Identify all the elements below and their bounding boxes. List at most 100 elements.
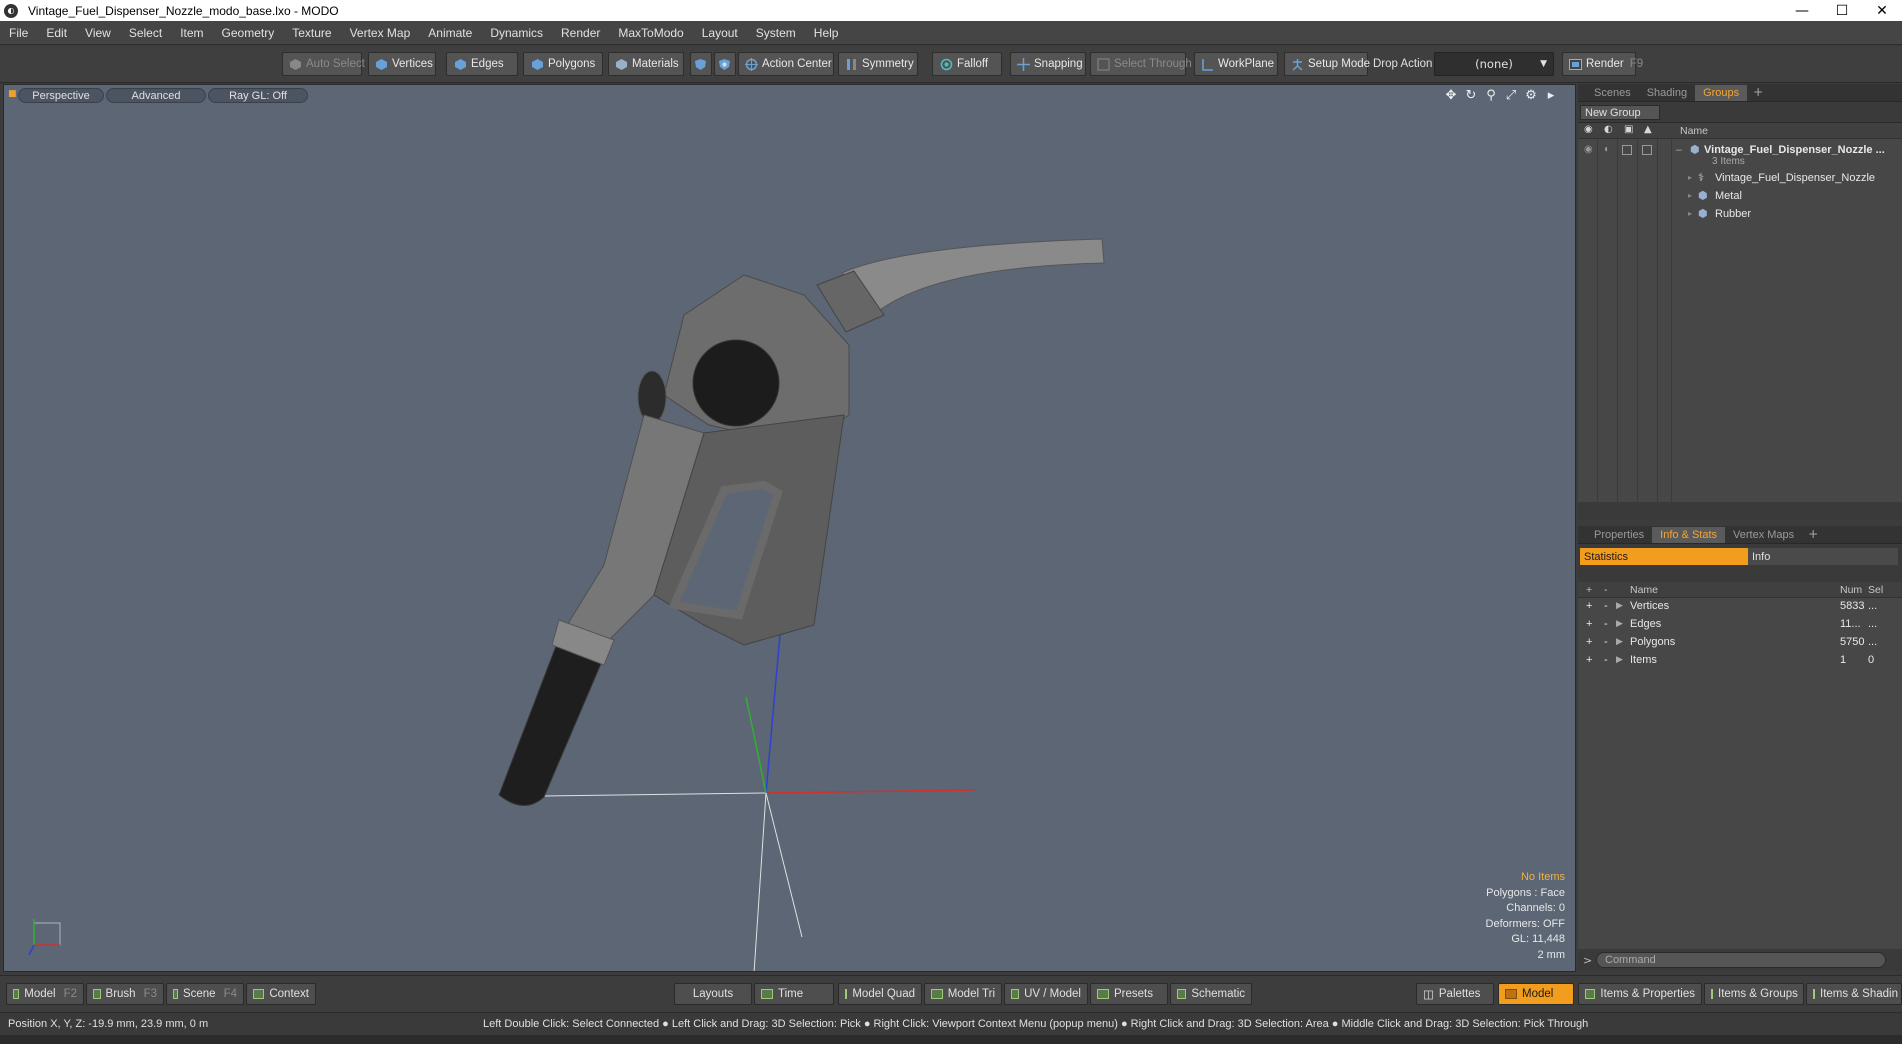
- menu-file[interactable]: File: [0, 26, 37, 40]
- expand-icon[interactable]: +: [1586, 600, 1592, 612]
- collapse-icon[interactable]: –: [1676, 144, 1682, 156]
- model-shortcut: F2: [63, 988, 77, 1000]
- palettes-button[interactable]: ◫ Palettes: [1416, 983, 1494, 1005]
- menu-animate[interactable]: Animate: [419, 26, 481, 40]
- menu-vertex-map[interactable]: Vertex Map: [341, 26, 420, 40]
- auto-select-button[interactable]: Auto Select: [282, 52, 365, 76]
- command-input[interactable]: Command: [1596, 952, 1886, 968]
- collapse-icon[interactable]: -: [1604, 618, 1608, 630]
- expand-all-icon[interactable]: +: [1586, 584, 1592, 596]
- component-mode-button[interactable]: [690, 52, 712, 76]
- menu-texture[interactable]: Texture: [283, 26, 340, 40]
- layout-icon: [13, 989, 20, 999]
- presets-button[interactable]: Presets: [1090, 983, 1168, 1005]
- collapse-icon[interactable]: -: [1604, 636, 1608, 648]
- subtab-info[interactable]: Info: [1748, 548, 1898, 565]
- table-row[interactable]: + - ▶ Items 1 0: [1578, 652, 1902, 670]
- scene-layout-button[interactable]: Scene F4: [166, 983, 244, 1005]
- expand-icon[interactable]: +: [1586, 618, 1592, 630]
- new-group-button[interactable]: New Group: [1580, 105, 1660, 120]
- tab-groups[interactable]: Groups: [1695, 85, 1748, 101]
- falloff-button[interactable]: Falloff: [932, 52, 1002, 76]
- expand-icon[interactable]: +: [1586, 636, 1592, 648]
- render-toggle-icon[interactable]: ◐: [1604, 144, 1610, 155]
- select-toggle-icon[interactable]: ▲: [1644, 124, 1652, 135]
- model-tri-button[interactable]: Model Tri: [924, 983, 1002, 1005]
- item-mode-button[interactable]: [714, 52, 736, 76]
- menu-edit[interactable]: Edit: [37, 26, 76, 40]
- expand-icon[interactable]: +: [1586, 654, 1592, 666]
- edges-button[interactable]: Edges: [446, 52, 518, 76]
- snapping-button[interactable]: Snapping: [1010, 52, 1086, 76]
- add-tab-icon[interactable]: +: [1802, 525, 1824, 543]
- add-tab-icon[interactable]: +: [1747, 83, 1769, 101]
- menu-geometry[interactable]: Geometry: [213, 26, 284, 40]
- items-shading-tab[interactable]: Items & Shadin: [1806, 983, 1902, 1005]
- triangle-right-icon[interactable]: ▶: [1616, 600, 1623, 611]
- menu-layout[interactable]: Layout: [693, 26, 747, 40]
- model-layout-button[interactable]: Model F2: [6, 983, 84, 1005]
- render-button[interactable]: Render F9: [1562, 52, 1643, 76]
- group-child-row[interactable]: ▸ ⬢ Rubber: [1578, 205, 1902, 222]
- collapse-icon[interactable]: -: [1604, 600, 1608, 612]
- model-quad-button[interactable]: Model Quad: [838, 983, 922, 1005]
- 3d-viewport[interactable]: ■ Perspective Advanced Ray GL: Off ✥ ↻ ⚲…: [3, 84, 1576, 972]
- tab-properties[interactable]: Properties: [1578, 527, 1652, 543]
- lock-icon[interactable]: ▣: [1624, 124, 1633, 135]
- menu-render[interactable]: Render: [552, 26, 609, 40]
- group-child-row[interactable]: ▸ ⚕ Vintage_Fuel_Dispenser_Nozzle: [1578, 169, 1902, 186]
- materials-button[interactable]: Materials: [608, 52, 684, 76]
- time-layout-button[interactable]: Time: [754, 983, 834, 1005]
- brush-layout-button[interactable]: Brush F3: [86, 983, 164, 1005]
- setup-mode-button[interactable]: Setup Mode: [1284, 52, 1370, 76]
- menu-view[interactable]: View: [76, 26, 120, 40]
- menu-dynamics[interactable]: Dynamics: [481, 26, 552, 40]
- menu-select[interactable]: Select: [120, 26, 171, 40]
- polygons-button[interactable]: Polygons: [523, 52, 603, 76]
- table-row[interactable]: + - ▶ Polygons 5750 ...: [1578, 634, 1902, 652]
- context-layout-button[interactable]: Context: [246, 983, 316, 1005]
- triangle-right-icon[interactable]: ▶: [1616, 636, 1623, 647]
- eye-icon[interactable]: ◉: [1584, 124, 1593, 135]
- nozzle-side-cap: [637, 370, 667, 424]
- group-child-row[interactable]: ▸ ⬢ Metal: [1578, 187, 1902, 204]
- subtab-statistics[interactable]: Statistics: [1580, 548, 1748, 565]
- maximize-icon[interactable]: ☐: [1822, 0, 1862, 21]
- eye-icon[interactable]: ◉: [1584, 144, 1593, 155]
- brush-shortcut: F3: [143, 988, 157, 1000]
- render-toggle-icon[interactable]: ◐: [1604, 124, 1613, 135]
- tab-vertex-maps[interactable]: Vertex Maps: [1725, 527, 1802, 543]
- tab-scenes[interactable]: Scenes: [1578, 85, 1639, 101]
- model-tab-active[interactable]: Model: [1498, 983, 1574, 1005]
- menu-system[interactable]: System: [747, 26, 805, 40]
- workplane-button[interactable]: WorkPlane: [1194, 52, 1278, 76]
- menu-maxtomodo[interactable]: MaxToModo: [609, 26, 692, 40]
- items-properties-tab[interactable]: Items & Properties: [1578, 983, 1702, 1005]
- layouts-button[interactable]: Layouts: [674, 983, 752, 1005]
- select-through-button[interactable]: Select Through: [1090, 52, 1192, 76]
- minimize-icon[interactable]: —: [1782, 0, 1822, 21]
- lock-checkbox[interactable]: [1622, 144, 1632, 155]
- triangle-right-icon[interactable]: ▶: [1616, 654, 1623, 665]
- drop-action-select[interactable]: (none) ▼: [1434, 52, 1554, 76]
- table-row[interactable]: + - ▶ Edges 11... ...: [1578, 616, 1902, 634]
- triangle-right-icon[interactable]: ▶: [1616, 618, 1623, 629]
- uv-model-button[interactable]: UV / Model: [1004, 983, 1088, 1005]
- tab-info-stats[interactable]: Info & Stats: [1652, 527, 1726, 543]
- menu-help[interactable]: Help: [805, 26, 848, 40]
- action-center-button[interactable]: Action Center: [738, 52, 834, 76]
- row-name: Vertices: [1630, 600, 1670, 612]
- menu-item[interactable]: Item: [171, 26, 212, 40]
- close-icon[interactable]: ✕: [1862, 0, 1902, 21]
- collapse-icon[interactable]: -: [1604, 654, 1608, 666]
- symmetry-button[interactable]: Symmetry: [838, 52, 918, 76]
- schematic-button[interactable]: Schematic: [1170, 983, 1252, 1005]
- row-name: Polygons: [1630, 636, 1676, 648]
- items-groups-tab[interactable]: Items & Groups: [1704, 983, 1804, 1005]
- render-label: Render: [1586, 58, 1624, 70]
- collapse-all-icon[interactable]: -: [1604, 584, 1608, 596]
- tab-shading[interactable]: Shading: [1639, 85, 1695, 101]
- vertices-button[interactable]: Vertices: [368, 52, 436, 76]
- table-row[interactable]: + - ▶ Vertices 5833 ...: [1578, 598, 1902, 616]
- select-checkbox[interactable]: [1642, 144, 1652, 155]
